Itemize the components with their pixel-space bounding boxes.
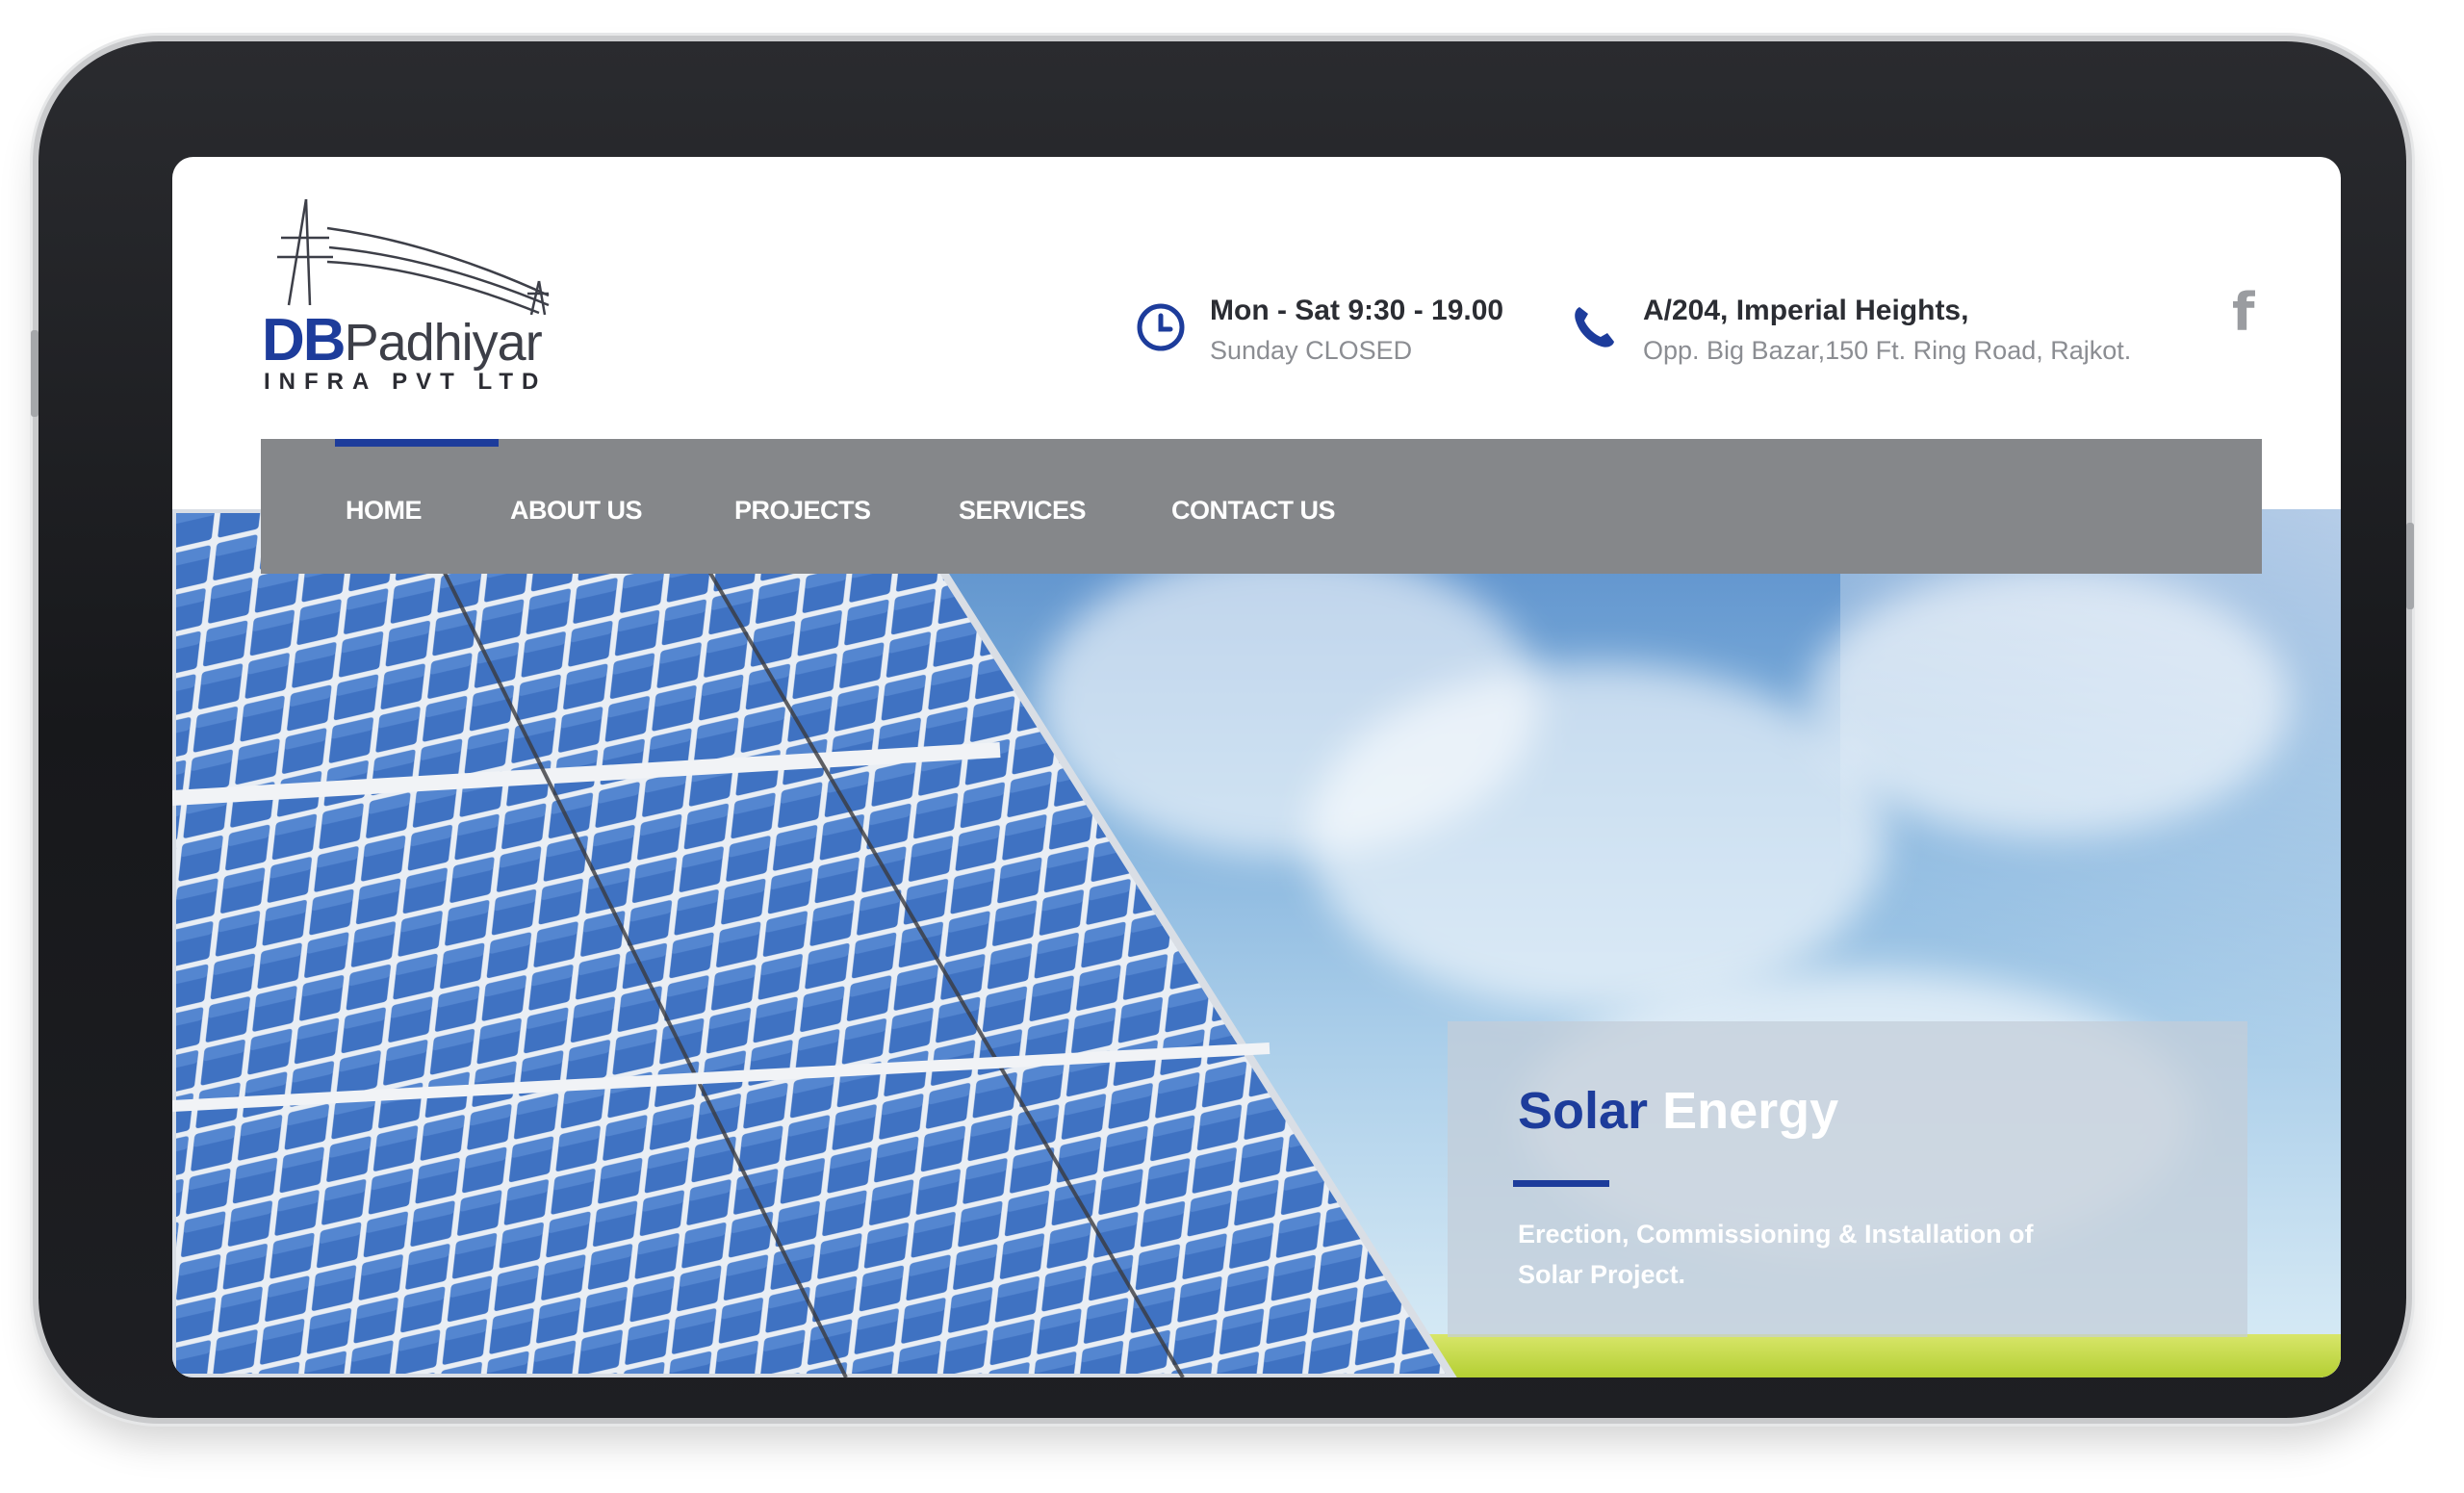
tablet-screen: Solar Energy Erection, Commissioning & I…	[172, 157, 2341, 1377]
hours-title: Mon - Sat 9:30 - 19.00	[1210, 295, 1504, 326]
hero-title-part1: Solar	[1518, 1082, 1649, 1140]
hero-title: Solar Energy	[1518, 1081, 1838, 1141]
main-nav: HOME ABOUT US PROJECTS SERVICES CONTACT …	[261, 439, 2262, 574]
hours-subtitle: Sunday CLOSED	[1210, 336, 1413, 365]
logo-wordmark: DBPadhiyar	[262, 306, 543, 374]
clock-icon	[1137, 303, 1185, 351]
address-subtitle: Opp. Big Bazar,150 Ft. Ring Road, Rajkot…	[1643, 336, 2132, 365]
tablet-frame: Solar Energy Erection, Commissioning & I…	[31, 41, 2414, 1418]
logo-initials: DB	[262, 307, 346, 373]
phone-icon	[1575, 307, 1614, 348]
opening-hours: Mon - Sat 9:30 - 19.00 Sunday CLOSED	[1135, 292, 1503, 371]
hero-caption-box: Solar Energy Erection, Commissioning & I…	[1448, 1021, 2247, 1337]
tablet-volume-button	[31, 330, 38, 417]
hero-title-underline	[1513, 1180, 1609, 1187]
nav-item-about-us[interactable]: ABOUT US	[510, 439, 643, 574]
logo-name: Padhiyar	[344, 314, 543, 372]
tablet-power-button	[2406, 523, 2414, 609]
nav-item-services[interactable]: SERVICES	[959, 439, 1087, 574]
power-tower-icon	[277, 198, 550, 316]
logo-subtitle: INFRA PVT LTD	[264, 369, 548, 395]
hero-banner: Solar Energy Erection, Commissioning & I…	[172, 509, 2341, 1377]
hero-title-part2: Energy	[1662, 1082, 1839, 1140]
nav-item-home[interactable]: HOME	[346, 439, 423, 574]
address-title: A/204, Imperial Heights,	[1643, 295, 1969, 326]
nav-item-contact-us[interactable]: CONTACT US	[1171, 439, 1336, 574]
hero-description: Erection, Commissioning & Installation o…	[1518, 1220, 2034, 1289]
facebook-icon[interactable]: f	[2232, 282, 2255, 343]
address: A/204, Imperial Heights, Opp. Big Bazar,…	[1568, 292, 2131, 371]
nav-item-projects[interactable]: PROJECTS	[734, 439, 871, 574]
